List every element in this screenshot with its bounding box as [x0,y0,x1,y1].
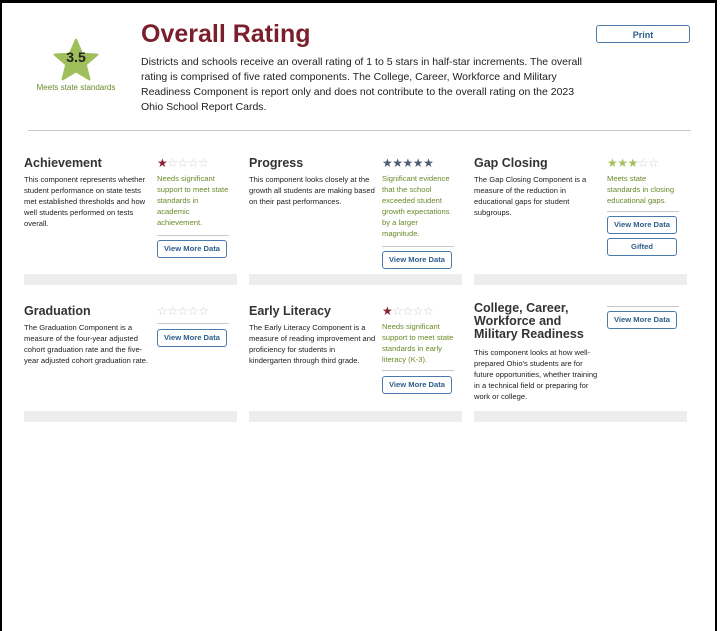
component-title: Achievement [24,156,102,170]
view-more-data-button[interactable]: View More Data [382,251,452,269]
component-description: This component looks closely at the grow… [249,175,375,206]
overall-rating-label: Meets state standards [36,83,116,92]
rating-text: Meets state standards in closing educati… [607,174,675,205]
star-icon: ★ [402,156,414,170]
star-rating: ☆☆☆☆☆ [157,304,209,318]
divider [382,370,454,371]
overall-description: Districts and schools receive an overall… [141,56,582,113]
star-icon: ★ [627,156,639,170]
gifted-button[interactable]: Gifted [607,238,677,256]
component-title: College, Career, Workforce and Military … [474,301,584,341]
star-icon: ☆ [177,156,189,170]
star-icon: ☆ [187,304,199,318]
star-icon: ☆ [177,304,189,318]
star-icon: ☆ [198,304,209,318]
star-icon: ☆ [412,304,424,318]
card-footer [474,274,687,285]
star-icon: ★ [423,156,434,170]
star-rating: ★★★☆☆ [607,156,659,170]
rating-text: Needs significant support to meet state … [382,322,454,364]
component-card-college-career-readiness: College, Career, Workforce and Military … [474,302,687,423]
star-icon: ★ [392,156,403,170]
star-icon: ☆ [402,304,414,318]
component-description: The Early Literacy Component is a measur… [249,323,376,365]
card-footer [249,411,462,422]
component-title: Graduation [24,304,91,318]
view-more-data-button[interactable]: View More Data [157,240,227,258]
card-footer [474,411,687,422]
divider [382,246,454,247]
star-icon: ★ [412,156,424,170]
rating-text: Needs significant support to meet state … [157,174,229,227]
view-more-data-button[interactable]: View More Data [607,216,677,234]
component-description: This component looks at how well-prepare… [474,348,598,401]
divider [157,323,229,324]
component-card-progress: Progress This component looks closely at… [249,157,462,285]
overall-rating-value: 3.5 [66,49,86,65]
component-description: The Graduation Component is a measure of… [24,323,149,365]
star-icon: ★ [607,156,618,170]
component-card-achievement: Achievement This component represents wh… [24,157,237,285]
star-icon: ☆ [157,304,168,318]
component-title: Gap Closing [474,156,548,170]
divider [607,211,679,212]
view-more-data-button[interactable]: View More Data [157,329,227,347]
star-icon: ☆ [392,304,403,318]
star-rating: ★☆☆☆☆ [157,156,209,170]
star-rating: ★☆☆☆☆ [382,304,434,318]
star-icon: ☆ [167,156,178,170]
star-icon: ☆ [423,304,434,318]
divider [157,235,229,236]
view-more-data-button[interactable]: View More Data [382,376,452,394]
component-card-gap-closing: Gap Closing The Gap Closing Component is… [474,157,687,285]
component-card-early-literacy: Early Literacy The Early Literacy Compon… [249,305,462,423]
star-icon: ☆ [167,304,178,318]
component-description: The Gap Closing Component is a measure o… [474,175,587,217]
star-rating: ★★★★★ [382,156,434,170]
print-button[interactable]: Print [596,25,690,43]
page-title: Overall Rating [141,20,311,48]
star-icon: ★ [617,156,628,170]
card-footer [24,274,237,285]
section-divider [28,130,691,131]
component-title: Progress [249,156,304,170]
component-card-graduation: Graduation The Graduation Component is a… [24,305,237,423]
view-more-data-button[interactable]: View More Data [607,311,677,329]
star-icon: ★ [382,156,393,170]
component-description: This component represents whether studen… [24,175,146,228]
card-footer [249,274,462,285]
component-title: Early Literacy [249,304,331,318]
star-icon: ☆ [198,156,209,170]
star-icon: ☆ [648,156,659,170]
star-icon: ☆ [637,156,649,170]
divider [607,306,679,307]
overall-rating-badge: 3.5 Meets state standards [30,38,122,92]
star-icon: ★ [157,156,168,170]
overall-rating-section: 3.5 Meets state standards Overall Rating… [0,0,721,130]
rating-text: Significant evidence that the school exc… [382,174,450,238]
star-icon: ★ [382,304,393,318]
card-footer [24,411,237,422]
star-icon: ☆ [187,156,199,170]
